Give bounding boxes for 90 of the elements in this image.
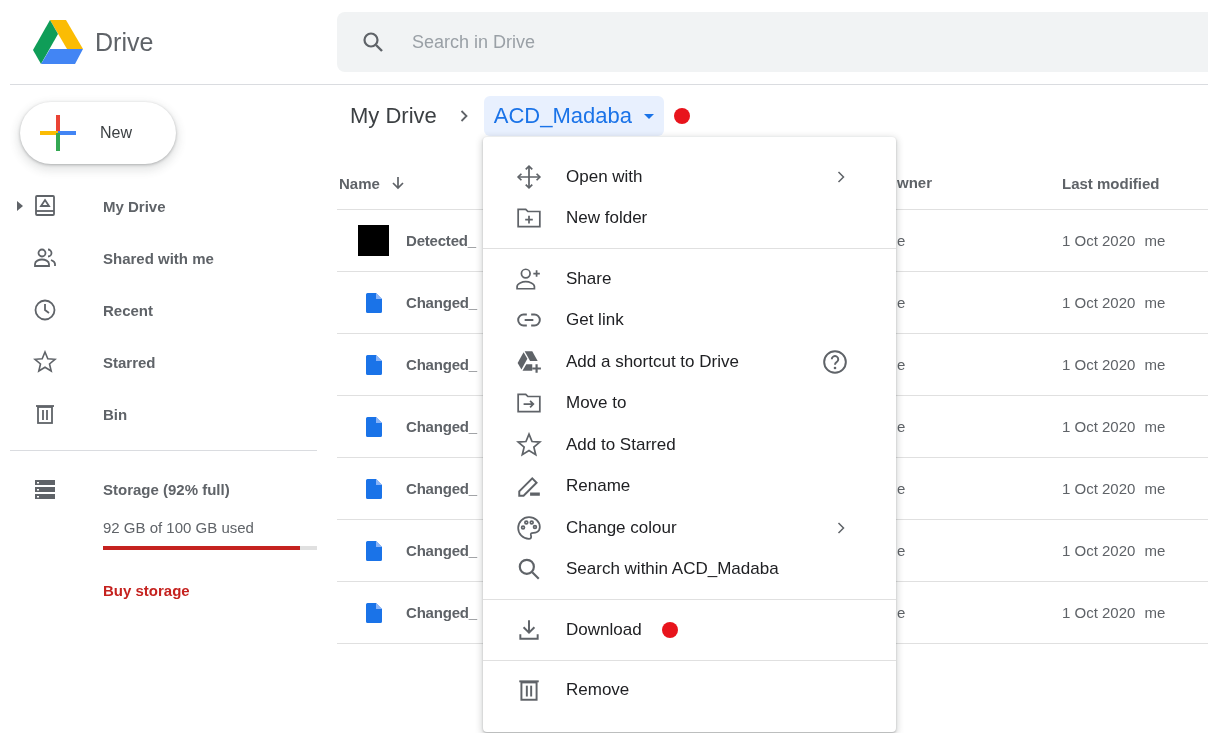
drive-folder-icon: [33, 194, 57, 218]
menu-item[interactable]: Search within ACD_Madaba: [483, 548, 896, 590]
plus-icon: [40, 115, 76, 151]
search-field[interactable]: Search in Drive: [410, 30, 814, 54]
sidebar-item-label: My Drive: [103, 197, 166, 215]
sidebar-item-label: Shared with me: [103, 249, 214, 267]
menu-item[interactable]: Change colour: [483, 507, 896, 549]
menu-item[interactable]: Get link: [483, 299, 896, 341]
owner-cell: e: [897, 479, 906, 497]
sidebar-item[interactable]: Shared with me: [0, 232, 337, 284]
owner-cell: e: [897, 355, 906, 373]
menu-item[interactable]: Move to: [483, 382, 896, 424]
column-header[interactable]: Name: [339, 174, 380, 192]
menu-item[interactable]: Rename: [483, 465, 896, 507]
expand-caret-icon: [17, 201, 23, 211]
column-header[interactable]: wner: [897, 174, 932, 191]
help-icon[interactable]: [822, 348, 848, 375]
modified-by: me: [1144, 356, 1166, 373]
owner-cell: e: [897, 417, 906, 435]
star-icon: [516, 431, 542, 458]
buy-storage-link[interactable]: Buy storage: [103, 582, 190, 599]
modified-date: 1 Oct 2020: [1062, 356, 1136, 373]
modified-by: me: [1144, 232, 1166, 249]
modified-date: 1 Oct 2020: [1062, 480, 1136, 497]
file-name: Changed_: [406, 604, 477, 621]
new-button[interactable]: New: [20, 102, 176, 164]
move-arrows-icon: [516, 163, 542, 190]
star-icon: [33, 350, 57, 374]
drive-logo-icon: [33, 20, 83, 64]
search-icon: [361, 30, 385, 54]
clock-icon: [33, 298, 57, 322]
person-plus-icon: [516, 265, 542, 292]
file-name: Changed_: [406, 480, 477, 497]
menu-item[interactable]: New folder: [483, 197, 896, 239]
sidebar-item-label: Starred: [103, 353, 156, 371]
trash-icon: [33, 402, 57, 426]
file-name: Changed_: [406, 542, 477, 559]
document-icon: [366, 292, 382, 313]
menu-item[interactable]: Add a shortcut to Drive: [483, 341, 896, 383]
document-icon: [366, 540, 382, 561]
menu-item[interactable]: Share: [483, 258, 896, 300]
sort-down-arrow-icon: [389, 175, 406, 191]
owner-cell: e: [897, 541, 906, 559]
sidebar-item[interactable]: My Drive: [0, 180, 337, 232]
modified-date: 1 Oct 2020: [1062, 418, 1136, 435]
menu-item[interactable]: Open with: [483, 156, 896, 198]
sidebar-item[interactable]: Bin: [0, 388, 337, 440]
file-name: Detected_: [406, 232, 476, 249]
modified-date: 1 Oct 2020: [1062, 604, 1136, 621]
owner-cell: e: [897, 293, 906, 311]
drive-plus-icon: [516, 348, 542, 375]
storage-stack-icon: [33, 477, 57, 501]
column-header[interactable]: Last modified: [1062, 174, 1160, 192]
menu-item[interactable]: Download: [483, 609, 896, 651]
file-name: Changed_: [406, 356, 477, 373]
modified-by: me: [1144, 294, 1166, 311]
storage-label: Storage (92% full): [103, 480, 230, 498]
modified-date: 1 Oct 2020: [1062, 542, 1136, 559]
modified-date: 1 Oct 2020: [1062, 232, 1136, 249]
people-icon: [33, 246, 57, 270]
document-icon: [366, 354, 382, 375]
owner-cell: e: [897, 603, 906, 621]
modified-by: me: [1144, 480, 1166, 497]
current-folder-chip[interactable]: ACD_Madaba: [483, 96, 664, 136]
sidebar-item[interactable]: Starred: [0, 336, 337, 388]
sidebar-item-label: Bin: [103, 405, 128, 423]
menu-item[interactable]: Remove: [483, 669, 896, 711]
sidebar-item-label: Recent: [103, 301, 154, 319]
modified-date: 1 Oct 2020: [1062, 294, 1136, 311]
document-icon: [366, 416, 382, 437]
modified-by: me: [1144, 604, 1166, 621]
submenu-chevron-icon: [837, 521, 845, 534]
document-icon: [366, 602, 382, 623]
file-name: Changed_: [406, 294, 477, 311]
storage-usage: 92 GB of 100 GB used: [103, 519, 255, 536]
owner-cell: e: [897, 231, 906, 249]
document-icon: [366, 478, 382, 499]
app-title: Drive: [95, 27, 154, 57]
image-thumbnail: [358, 225, 389, 256]
dropdown-caret-icon: [643, 113, 654, 119]
submenu-chevron-icon: [837, 170, 845, 183]
chevron-right-icon: [459, 110, 468, 122]
sidebar-item[interactable]: Recent: [0, 284, 337, 336]
modified-by: me: [1144, 418, 1166, 435]
menu-item[interactable]: Add to Starred: [483, 424, 896, 466]
palette-icon: [516, 514, 542, 541]
breadcrumb-root[interactable]: My Drive: [349, 103, 438, 129]
file-name: Changed_: [406, 418, 477, 435]
trash-icon: [516, 677, 542, 704]
modified-by: me: [1144, 542, 1166, 559]
